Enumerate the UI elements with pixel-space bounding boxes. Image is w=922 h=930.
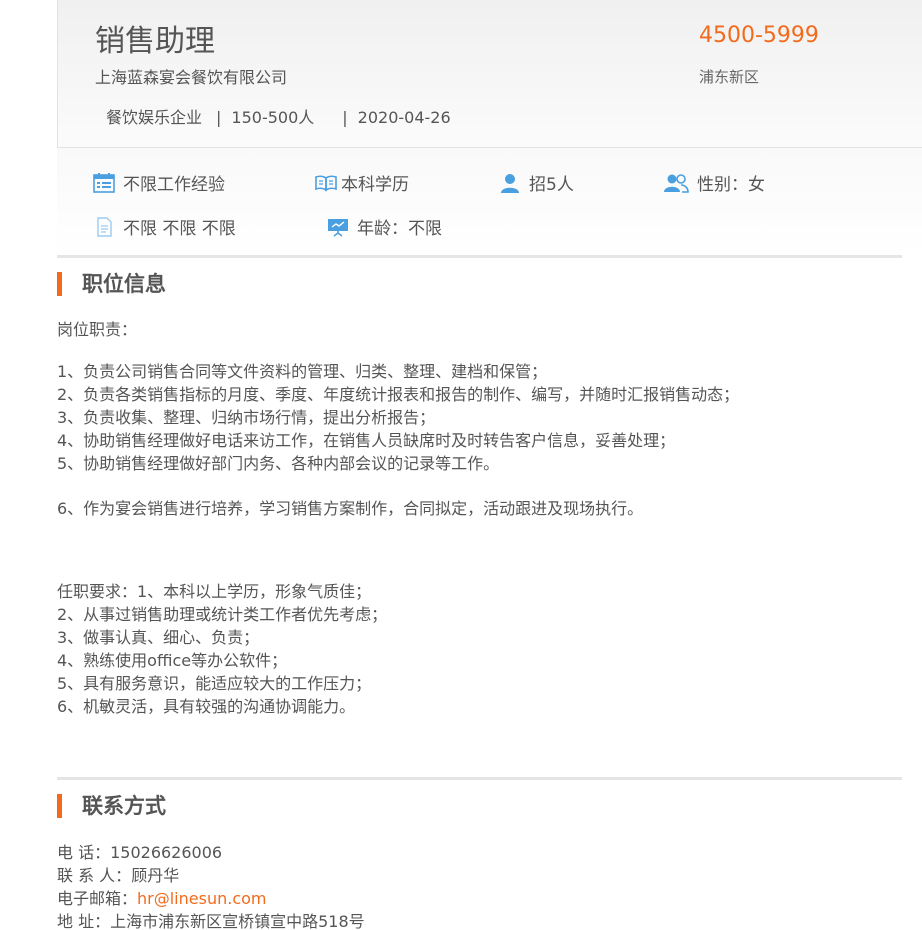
- person-icon: [501, 173, 519, 193]
- tag-headcount: 招5人: [499, 170, 574, 195]
- contact-phone: 电 话：15026626006: [57, 841, 365, 864]
- contact-email: 电子邮箱：hr@linesun.com: [57, 887, 365, 910]
- email-label: 电子邮箱：: [57, 889, 138, 908]
- duty-item: 5、协助销售经理做好部门内务、各种内部会议的记录等工作。: [57, 454, 500, 473]
- duty-item: 2、负责各类销售指标的月度、季度、年度统计报表和报告的制作、编写，并随时汇报销售…: [57, 385, 740, 404]
- tag-age: 年龄：不限: [327, 214, 442, 239]
- tag-headcount-label: 招5人: [529, 175, 574, 195]
- industry: 餐饮娱乐企业: [106, 108, 203, 127]
- people-icon: [664, 173, 689, 193]
- person-value: 顾丹华: [131, 866, 180, 885]
- requirement-item: 2、从事过销售助理或统计类工作者优先考虑；: [57, 605, 388, 624]
- tag-education-label: 本科学历: [341, 175, 409, 195]
- duties-label: 岗位职责：: [57, 320, 138, 339]
- company-size: 150-500人: [231, 108, 315, 127]
- contact-title: 联系方式: [57, 794, 166, 818]
- tag-education: 本科学历: [315, 170, 409, 195]
- contact-details: 电 话：15026626006 联 系 人：顾丹华 电子邮箱：hr@linesu…: [57, 841, 365, 930]
- tag-gender: 性别：女: [663, 170, 765, 195]
- section-divider: [57, 255, 902, 258]
- section-divider: [57, 777, 902, 780]
- requirements-list: 任职要求：1、本科以上学历，形象气质佳； 2、从事过销售助理或统计类工作者优先考…: [57, 580, 387, 718]
- tag-other-label: 不限 不限 不限: [123, 219, 236, 239]
- duties-list: 1、负责公司销售合同等文件资料的管理、归类、整理、建档和保管； 2、负责各类销售…: [57, 360, 739, 475]
- person-label: 联 系 人：: [57, 866, 132, 885]
- tag-gender-label: 性别：女: [697, 175, 765, 195]
- duty-item: 4、协助销售经理做好电话来访工作，在销售人员缺席时及时转告客户信息，妥善处理；: [57, 431, 676, 450]
- meta-separator: |: [216, 108, 222, 127]
- requirement-item: 4、熟练使用office等办公软件；: [57, 651, 288, 670]
- duty-item: 6、作为宴会销售进行培养，学习销售方案制作，合同拟定，活动跟进及现场执行。: [57, 499, 644, 518]
- job-tags: 不限工作经验 本科学历 招5人 性别：女 不限 不限 不限 年龄：不限: [57, 148, 922, 256]
- location: 浦东新区: [699, 68, 760, 86]
- company-meta: 餐饮娱乐企业 | 150-500人 | 2020-04-26: [106, 104, 451, 128]
- post-date: 2020-04-26: [357, 108, 451, 127]
- tag-other: 不限 不限 不限: [93, 214, 236, 239]
- requirement-item: 5、具有服务意识，能适应较大的工作压力；: [57, 674, 372, 693]
- address-label: 地 址：: [57, 912, 111, 930]
- phone-value: 15026626006: [110, 843, 223, 862]
- tag-age-label: 年龄：不限: [357, 219, 442, 239]
- tag-experience-label: 不限工作经验: [123, 175, 225, 195]
- address-value: 上海市浦东新区宣桥镇宣中路518号: [110, 912, 365, 930]
- requirement-item: 3、做事认真、细心、负责；: [57, 628, 260, 647]
- presentation-icon: [328, 218, 348, 237]
- job-title: 销售助理: [95, 24, 215, 59]
- contact-address: 地 址：上海市浦东新区宣桥镇宣中路518号: [57, 910, 365, 930]
- contact-person: 联 系 人：顾丹华: [57, 864, 365, 887]
- phone-label: 电 话：: [57, 843, 111, 862]
- duty-item: 3、负责收集、整理、归纳市场行情，提出分析报告；: [57, 408, 436, 427]
- requirement-item: 任职要求：1、本科以上学历，形象气质佳；: [57, 582, 372, 601]
- open-book-icon: [315, 175, 337, 191]
- company-name[interactable]: 上海蓝森宴会餐饮有限公司: [95, 64, 287, 88]
- salary: 4500-5999: [699, 23, 819, 48]
- calendar-list-icon: [93, 172, 115, 193]
- job-header: 销售助理 上海蓝森宴会餐饮有限公司 餐饮娱乐企业 | 150-500人 | 2020-0…: [57, 0, 922, 148]
- requirement-item: 6、机敏灵活，具有较强的沟通协调能力。: [57, 697, 356, 716]
- position-info-title: 职位信息: [57, 272, 166, 296]
- email-link[interactable]: hr@linesun.com: [137, 889, 266, 908]
- duty-item: 1、负责公司销售合同等文件资料的管理、归类、整理、建档和保管；: [57, 362, 548, 381]
- document-icon: [97, 216, 112, 237]
- meta-separator: |: [342, 108, 348, 127]
- tag-experience: 不限工作经验: [93, 170, 225, 195]
